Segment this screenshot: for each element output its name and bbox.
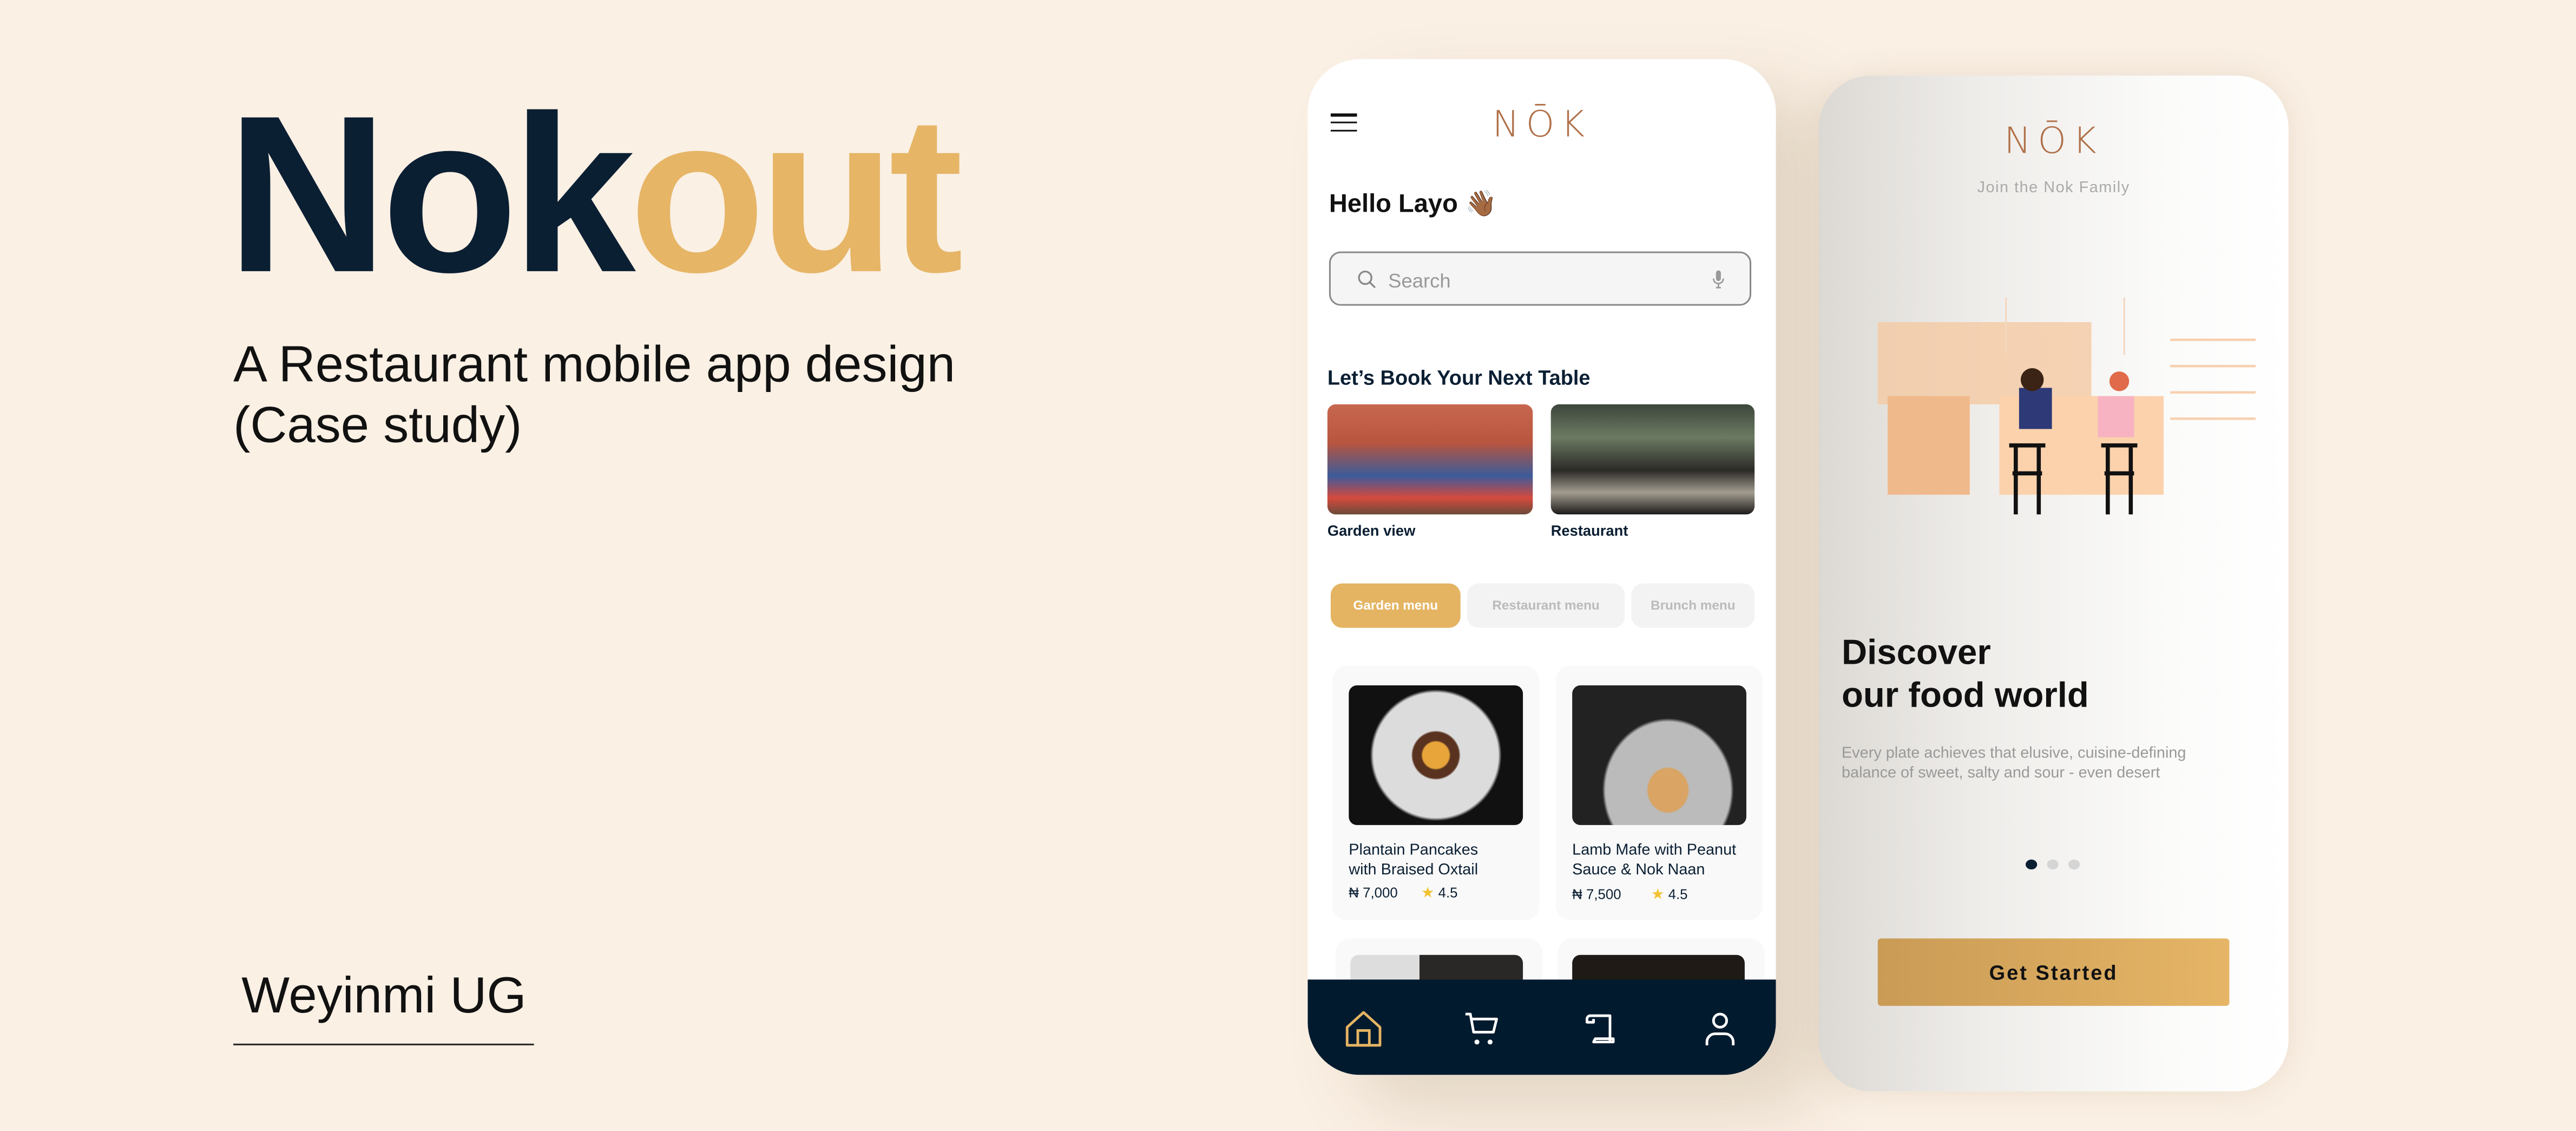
scroll-icon[interactable]	[1580, 1009, 1620, 1049]
restaurant-image[interactable]	[1550, 404, 1755, 515]
author-name: Weyinmi UG	[241, 966, 527, 1024]
star-icon: ★	[1651, 886, 1665, 903]
profile-icon[interactable]	[1700, 1009, 1740, 1049]
microphone-icon[interactable]	[1712, 270, 1725, 289]
section-title: Let’s Book Your Next Table	[1327, 366, 1591, 390]
dish-card[interactable]: Plantain Pancakes with Braised Oxtail ₦ 7…	[1332, 665, 1540, 920]
bottom-nav	[1307, 979, 1776, 1075]
nok-logo: NŌK	[1492, 105, 1592, 147]
get-started-button[interactable]: Get Started	[1877, 938, 2230, 1006]
dish-image	[1349, 685, 1523, 825]
tab-restaurant-menu[interactable]: Restaurant menu	[1467, 583, 1625, 628]
onboarding-description: Every plate achieves that elusive, cuisi…	[1842, 744, 2186, 782]
tagline: Join the Nok Family	[1977, 179, 2130, 198]
garden-view-image[interactable]	[1327, 404, 1533, 515]
dish-name: Lamb Mafe with Peanut Sauce & Nok Naan	[1572, 841, 1737, 880]
tab-brunch-menu[interactable]: Brunch menu	[1631, 583, 1755, 628]
bar-illustration	[1877, 297, 2256, 515]
greeting: Hello Layo 👋🏾	[1329, 189, 1497, 220]
star-icon: ★	[1421, 884, 1435, 901]
home-screen-phone: NŌK Hello Layo 👋🏾 Search Let’s Book Your…	[1307, 59, 1776, 1075]
title-nok: Nok	[226, 69, 636, 319]
project-subtitle: A Restaurant mobile app design (Case stud…	[233, 334, 955, 455]
home-icon[interactable]	[1344, 1009, 1383, 1049]
title-out: out	[629, 69, 963, 319]
onboarding-phone: NŌK Join the Nok Family Discover our food…	[1818, 75, 2289, 1091]
tab-garden-menu[interactable]: Garden menu	[1330, 583, 1461, 628]
subtitle-line: A Restaurant mobile app design	[233, 335, 956, 393]
author-underline	[233, 1043, 534, 1045]
search-icon	[1358, 270, 1376, 289]
dish-name: Plantain Pancakes with Braised Oxtail	[1349, 841, 1478, 880]
dish-card[interactable]: Lamb Mafe with Peanut Sauce & Nok Naan ₦ …	[1555, 665, 1763, 920]
dish-price: ₦ 7,000	[1349, 884, 1398, 901]
project-title: Nokout	[227, 82, 963, 306]
greeting-text: Hello Layo	[1329, 191, 1458, 219]
onboarding-heading: Discover our food world	[1842, 632, 2089, 715]
subtitle-line: (Case study)	[233, 396, 522, 454]
pagination-dot[interactable]	[2068, 859, 2080, 870]
search-placeholder: Search	[1388, 269, 1451, 293]
cart-icon[interactable]	[1462, 1009, 1502, 1049]
pagination-dot-active[interactable]	[2026, 859, 2038, 870]
dish-image	[1572, 685, 1746, 825]
venue-label[interactable]: Garden view	[1328, 522, 1416, 539]
dish-rating: ★ 4.5	[1651, 886, 1688, 903]
wave-icon: 👋🏾	[1464, 191, 1497, 219]
dish-price: ₦ 7,500	[1572, 886, 1621, 903]
search-input[interactable]: Search	[1329, 251, 1752, 306]
nok-logo: NŌK	[2004, 121, 2103, 163]
pagination-dot[interactable]	[2047, 859, 2059, 870]
venue-label[interactable]: Restaurant	[1551, 522, 1628, 539]
dish-rating: ★ 4.5	[1421, 884, 1458, 901]
